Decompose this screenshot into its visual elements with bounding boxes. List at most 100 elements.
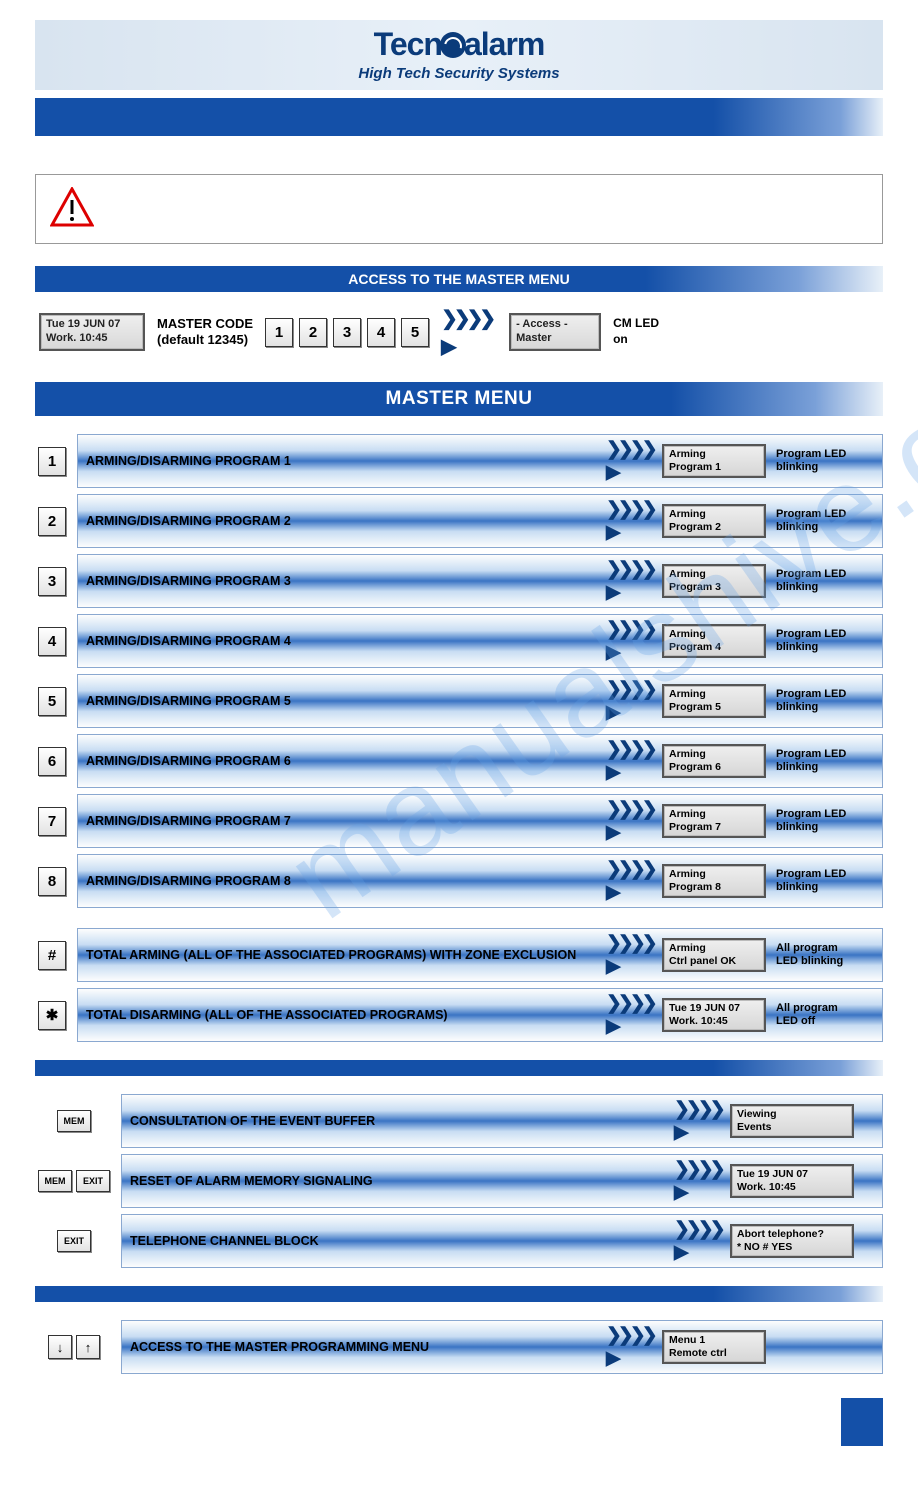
divider-bar <box>35 1286 883 1302</box>
keycap-exit: EXIT <box>57 1230 91 1252</box>
globe-icon <box>440 32 466 58</box>
warning-icon <box>50 187 94 232</box>
access-lcd: Tue 19 JUN 07 Work. 10:45 <box>39 313 145 351</box>
program-note: Program LEDblinking <box>776 688 874 714</box>
program-body: ARMING/DISARMING PROGRAM 5 ArmingProgram … <box>77 674 883 728</box>
program-label: ARMING/DISARMING PROGRAM 5 <box>86 694 606 709</box>
extra-lcd: Tue 19 JUN 07Work. 10:45 <box>730 1164 854 1197</box>
extra-keys: MEM <box>35 1094 113 1148</box>
program-body: ARMING/DISARMING PROGRAM 8ArmingProgram … <box>77 854 883 908</box>
arrow-icon <box>674 1158 730 1204</box>
arrow-icon <box>606 1324 662 1370</box>
keycap-exit: EXIT <box>76 1170 110 1192</box>
arrow-icon <box>606 558 662 604</box>
access-title: ACCESS TO THE MASTER MENU <box>35 266 883 292</box>
total-note: All programLED blinking <box>776 942 874 968</box>
program-key: 6 <box>35 734 69 788</box>
program-lcd: ArmingProgram 1 <box>662 444 766 477</box>
program-body: ARMING/DISARMING PROGRAM 7ArmingProgram … <box>77 794 883 848</box>
total-label: TOTAL DISARMING (ALL OF THE ASSOCIATED P… <box>86 1008 606 1023</box>
lcd-line: Remote ctrl <box>669 1347 759 1360</box>
program-key: 7 <box>35 794 69 848</box>
arrow-icon <box>606 438 662 484</box>
total-note: All programLED off <box>776 1002 874 1028</box>
total-label: TOTAL ARMING (ALL OF THE ASSOCIATED PROG… <box>86 948 606 963</box>
program-row-4: 4 ARMING/DISARMING PROGRAM 4 ArmingProgram… <box>35 614 883 668</box>
program-row-5: 5ARMING/DISARMING PROGRAM 5ArmingProgram… <box>35 674 883 728</box>
total-row-1: ✱ TOTAL DISARMING (ALL OF THE ASSOCIATED … <box>35 988 883 1042</box>
program-label: ARMING/DISARMING PROGRAM 3 <box>86 574 606 589</box>
program-note: Program LEDblinking <box>776 808 874 834</box>
note-line: CM LED <box>613 316 659 332</box>
arrow-icon <box>441 304 497 360</box>
label-line: MASTER CODE <box>157 316 253 332</box>
note-line: on <box>613 332 659 348</box>
lcd-line: Menu 1 <box>669 1334 759 1347</box>
extra-label: RESET OF ALARM MEMORY SIGNALING <box>130 1174 674 1189</box>
keycap: 2 <box>38 507 66 536</box>
program-lcd: ArmingProgram 4 <box>662 624 766 657</box>
total-row-0: # TOTAL ARMING (ALL OF THE ASSOCIATED PRO… <box>35 928 883 982</box>
program-note: Program LEDblinking <box>776 628 874 654</box>
nav-body: ACCESS TO THE MASTER PROGRAMMING MENU Me… <box>121 1320 883 1374</box>
lcd-line: - Access - <box>516 318 594 332</box>
arrow-icon <box>606 992 662 1038</box>
total-body: TOTAL ARMING (ALL OF THE ASSOCIATED PROG… <box>77 928 883 982</box>
extra-label: CONSULTATION OF THE EVENT BUFFER <box>130 1114 674 1129</box>
keycap: 4 <box>38 627 66 656</box>
extra-label: TELEPHONE CHANNEL BLOCK <box>130 1234 674 1249</box>
header: Tecnalarm High Tech Security Systems <box>35 20 883 90</box>
total-body: TOTAL DISARMING (ALL OF THE ASSOCIATED P… <box>77 988 883 1042</box>
extra-row-1: MEMEXIT RESET OF ALARM MEMORY SIGNALING Tu… <box>35 1154 883 1208</box>
extra-lcd: Abort telephone? * NO # YES <box>730 1224 854 1257</box>
total-key: ✱ <box>35 988 69 1042</box>
program-key: 1 <box>35 434 69 488</box>
extra-body: TELEPHONE CHANNEL BLOCK Abort telephone? … <box>121 1214 883 1268</box>
arrow-icon <box>674 1098 730 1144</box>
brand-tagline: High Tech Security Systems <box>35 65 883 82</box>
program-lcd: ArmingProgram 7 <box>662 804 766 837</box>
program-key: 4 <box>35 614 69 668</box>
program-note: Program LEDblinking <box>776 748 874 774</box>
arrow-icon <box>606 498 662 544</box>
program-key: 2 <box>35 494 69 548</box>
program-label: ARMING/DISARMING PROGRAM 8 <box>86 874 606 889</box>
lcd-line: Master <box>516 332 594 346</box>
footer <box>35 1398 883 1446</box>
keycap-mem: MEM <box>57 1110 91 1132</box>
program-note: Program LEDblinking <box>776 868 874 894</box>
total-lcd: Tue 19 JUN 07Work. 10:45 <box>662 998 766 1031</box>
access-note: CM LED on <box>613 316 659 347</box>
label-line: (default 12345) <box>157 332 253 348</box>
program-label: ARMING/DISARMING PROGRAM 4 <box>86 634 606 649</box>
keycap-1: 1 <box>265 318 293 347</box>
program-label: ARMING/DISARMING PROGRAM 1 <box>86 454 606 469</box>
nav-lcd: Menu 1 Remote ctrl <box>662 1330 766 1363</box>
keycap: 1 <box>38 447 66 476</box>
master-code-label: MASTER CODE (default 12345) <box>157 316 253 349</box>
program-note: Program LEDblinking <box>776 568 874 594</box>
extra-body: RESET OF ALARM MEMORY SIGNALING Tue 19 JU… <box>121 1154 883 1208</box>
warning-box <box>35 174 883 244</box>
extra-keys: EXIT <box>35 1214 113 1268</box>
brand-part1: Tecn <box>374 26 442 62</box>
program-lcd: ArmingProgram 2 <box>662 504 766 537</box>
keycap: # <box>38 941 66 970</box>
program-body: ARMING/DISARMING PROGRAM 3ArmingProgram … <box>77 554 883 608</box>
keycap-mem: MEM <box>38 1170 72 1192</box>
program-body: ARMING/DISARMING PROGRAM 6ArmingProgram … <box>77 734 883 788</box>
program-lcd: ArmingProgram 6 <box>662 744 766 777</box>
extra-keys: MEMEXIT <box>35 1154 113 1208</box>
arrow-icon <box>606 678 662 724</box>
program-lcd: ArmingProgram 5 <box>662 684 766 717</box>
result-lcd: - Access - Master <box>509 313 601 351</box>
keycap-5: 5 <box>401 318 429 347</box>
keycap-3: 3 <box>333 318 361 347</box>
master-menu-title: MASTER MENU <box>35 382 883 416</box>
lcd-line: Tue 19 JUN 07 <box>46 318 138 332</box>
arrow-icon <box>674 1218 730 1264</box>
keycap: 8 <box>38 867 66 896</box>
keycap-4: 4 <box>367 318 395 347</box>
keycap: 6 <box>38 747 66 776</box>
arrow-icon <box>606 738 662 784</box>
